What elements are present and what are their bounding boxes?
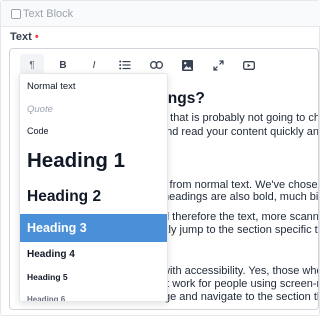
content-line: and read your content quickly and (160, 126, 319, 138)
dropdown-item-heading-5[interactable]: Heading 5 (20, 266, 167, 288)
dropdown-item-heading-1[interactable]: Heading 1 (20, 142, 167, 180)
expand-button[interactable] (206, 54, 230, 76)
image-button[interactable] (175, 54, 199, 76)
content-line: 't work for people using screen-rea (164, 278, 319, 290)
dropdown-item-heading-4[interactable]: Heading 4 (20, 242, 167, 266)
content-line: with accessibility. Yes, those who c (162, 265, 319, 277)
dropdown-item-heading-3[interactable]: Heading 3 (20, 214, 167, 242)
bold-icon: B (59, 59, 67, 71)
text-style-dropdown: Normal text Quote Code Heading 1 Heading… (19, 73, 168, 302)
image-icon (181, 59, 193, 71)
dropdown-item-heading-2[interactable]: Heading 2 (20, 180, 167, 214)
required-marker: • (34, 31, 39, 43)
italic-icon: I (92, 59, 96, 71)
content-line: headings are also bold, much bigge (163, 191, 319, 203)
content-line: d therefore the text, more scannab (163, 211, 319, 223)
content-line: kly jump to the section specific to t (163, 224, 319, 236)
video-icon (243, 60, 255, 70)
block-title: Text Block (23, 8, 74, 20)
block-checkbox[interactable] (11, 9, 21, 19)
field-label-text: Text (10, 31, 32, 43)
content-line: ge and navigate to the section that (164, 291, 319, 303)
dropdown-item-normal-text[interactable]: Normal text (20, 74, 167, 98)
link-icon (149, 61, 163, 69)
dropdown-item-code[interactable]: Code (20, 120, 167, 142)
expand-icon (212, 59, 224, 71)
content-line: e," that is probably not going to cha (154, 112, 319, 124)
field-label: Text • (10, 31, 39, 44)
bullet-list-icon (119, 60, 131, 70)
content-line: y from normal text. We've chosen to (161, 179, 319, 191)
pilcrow-icon: ¶ (29, 59, 35, 71)
dropdown-item-quote[interactable]: Quote (20, 98, 167, 120)
embed-video-button[interactable] (237, 54, 261, 76)
block-header: Text Block (1, 1, 320, 27)
dropdown-item-heading-6[interactable]: Heading 6 (20, 288, 167, 302)
